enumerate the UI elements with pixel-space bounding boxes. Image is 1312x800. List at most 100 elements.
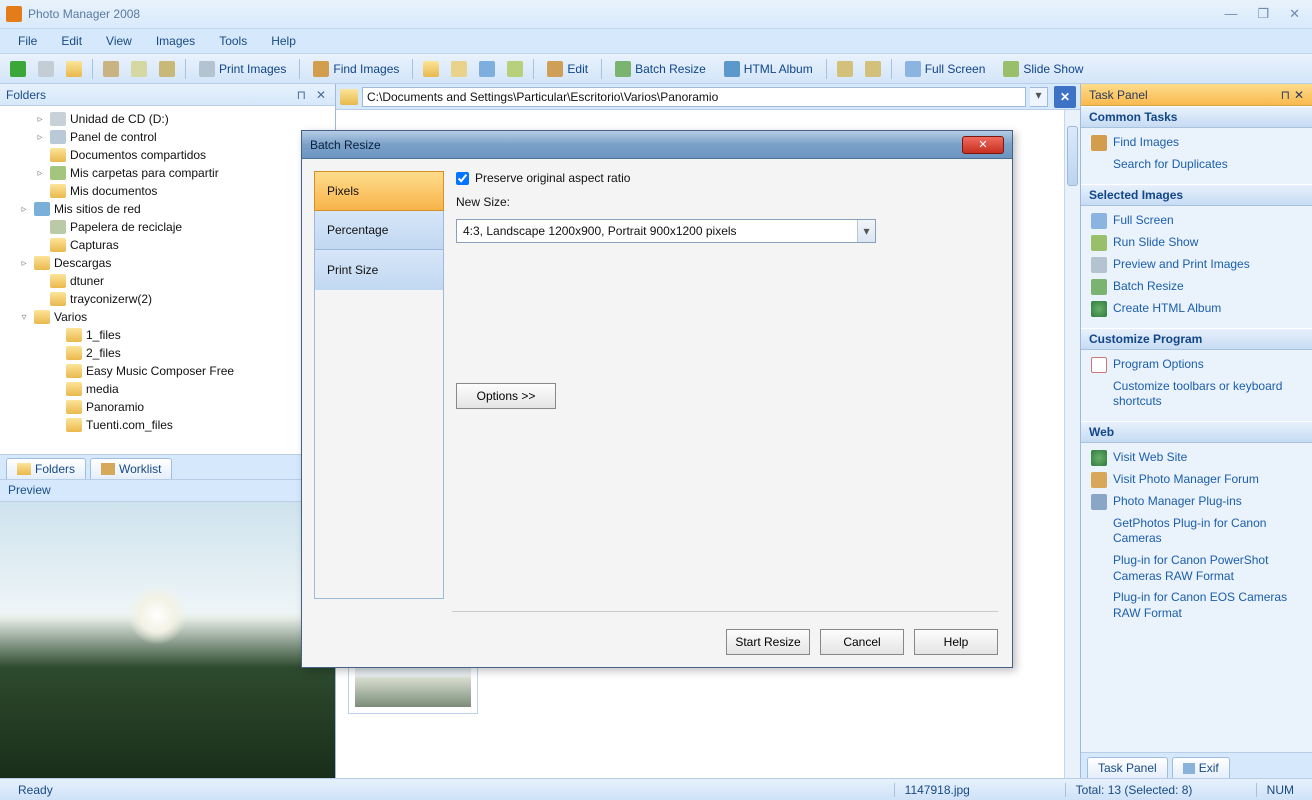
expand-icon[interactable]: ▹ <box>34 132 46 143</box>
link-full-screen[interactable]: Full Screen <box>1085 210 1308 232</box>
pin-icon[interactable]: ⊓ <box>1281 88 1290 102</box>
tree-node[interactable]: trayconizerw(2) <box>2 290 333 308</box>
task-panel-title: Task Panel <box>1089 88 1148 102</box>
tree-node[interactable]: Panoramio <box>2 398 333 416</box>
tree-node[interactable]: ▹Mis carpetas para compartir <box>2 164 333 182</box>
redo-button[interactable] <box>861 57 885 81</box>
link-search-duplicates[interactable]: Search for Duplicates <box>1085 154 1308 176</box>
tree-node[interactable]: ▹Unidad de CD (D:) <box>2 110 333 128</box>
link-canon-getphotos[interactable]: GetPhotos Plug-in for Canon Cameras <box>1085 513 1308 550</box>
close-panel-icon[interactable]: ✕ <box>1294 88 1304 102</box>
link-powershot-raw[interactable]: Plug-in for Canon PowerShot Cameras RAW … <box>1085 550 1308 587</box>
forward-button[interactable] <box>34 57 58 81</box>
newfolder-button[interactable] <box>447 57 471 81</box>
find-button[interactable]: Find Images <box>306 57 406 81</box>
expand-icon[interactable]: ▿ <box>18 312 30 323</box>
expand-icon[interactable]: ▹ <box>34 168 46 179</box>
link-slide-show[interactable]: Run Slide Show <box>1085 232 1308 254</box>
start-resize-button[interactable]: Start Resize <box>726 629 810 655</box>
folder-icon <box>340 89 358 105</box>
scrollbar[interactable] <box>1064 110 1080 778</box>
tab-task-panel[interactable]: Task Panel <box>1087 757 1168 778</box>
pin-icon[interactable]: ⊓ <box>294 88 309 102</box>
link-website[interactable]: Visit Web Site <box>1085 447 1308 469</box>
menu-images[interactable]: Images <box>146 31 205 51</box>
html-button[interactable]: HTML Album <box>717 57 820 81</box>
section-customize: Customize Program <box>1081 328 1312 350</box>
cut-button[interactable] <box>99 57 123 81</box>
batch-button[interactable]: Batch Resize <box>608 57 713 81</box>
path-close-button[interactable]: ✕ <box>1054 86 1076 108</box>
html-label: HTML Album <box>744 62 813 76</box>
link-preview-print[interactable]: Preview and Print Images <box>1085 254 1308 276</box>
tree-node[interactable]: ▿ Varios <box>2 308 333 326</box>
expand-icon[interactable]: ▹ <box>18 204 30 215</box>
folder-icon <box>50 274 66 288</box>
tree-node[interactable]: ▹Descargas <box>2 254 333 272</box>
copy-button[interactable] <box>127 57 151 81</box>
tab-folders[interactable]: Folders <box>6 458 86 479</box>
close-button[interactable]: ✕ <box>1283 4 1306 24</box>
path-dropdown[interactable]: ▾ <box>1030 87 1048 107</box>
print-button[interactable]: Print Images <box>192 57 293 81</box>
menu-help[interactable]: Help <box>261 31 306 51</box>
tab-print-size[interactable]: Print Size <box>315 250 443 290</box>
tab-pixels[interactable]: Pixels <box>314 171 444 211</box>
tab-worklist[interactable]: Worklist <box>90 458 172 479</box>
folder-icon <box>66 346 82 360</box>
link-html-album[interactable]: Create HTML Album <box>1085 298 1308 320</box>
menu-edit[interactable]: Edit <box>51 31 92 51</box>
tree-node[interactable]: ▹Panel de control <box>2 128 333 146</box>
tree-node[interactable]: Capturas <box>2 236 333 254</box>
link-customize-toolbars[interactable]: Customize toolbars or keyboard shortcuts <box>1085 376 1308 413</box>
close-panel-icon[interactable]: ✕ <box>313 88 329 102</box>
options-button[interactable]: Options >> <box>456 383 556 409</box>
tree-node[interactable]: 1_files <box>2 326 333 344</box>
tree-node[interactable]: 2_files <box>2 344 333 362</box>
dialog-close-button[interactable]: ✕ <box>962 136 1004 154</box>
thumbs-button[interactable] <box>475 57 499 81</box>
back-button[interactable] <box>6 57 30 81</box>
tree-node[interactable]: Tuenti.com_files <box>2 416 333 434</box>
tab-exif[interactable]: Exif <box>1172 757 1230 778</box>
expand-icon[interactable]: ▹ <box>18 258 30 269</box>
maximize-button[interactable]: ❐ <box>1251 4 1275 24</box>
paste-button[interactable] <box>155 57 179 81</box>
tree-node[interactable]: Mis documentos <box>2 182 333 200</box>
expand-icon[interactable]: ▹ <box>34 114 46 125</box>
fullscreen-button[interactable]: Full Screen <box>898 57 993 81</box>
folder-tree[interactable]: ▹Unidad de CD (D:)▹Panel de controlDocum… <box>0 106 335 454</box>
preview-image <box>0 502 335 778</box>
help-button[interactable]: Help <box>914 629 998 655</box>
up-button[interactable] <box>62 57 86 81</box>
tree-label: Varios <box>54 310 87 324</box>
link-batch-resize[interactable]: Batch Resize <box>1085 276 1308 298</box>
menu-tools[interactable]: Tools <box>209 31 257 51</box>
preview-pane <box>0 502 335 778</box>
link-plugins[interactable]: Photo Manager Plug-ins <box>1085 491 1308 513</box>
minimize-button[interactable]: — <box>1218 4 1243 24</box>
tree-node[interactable]: dtuner <box>2 272 333 290</box>
undo-button[interactable] <box>833 57 857 81</box>
preserve-aspect-checkbox[interactable] <box>456 172 469 185</box>
tree-node[interactable]: Documentos compartidos <box>2 146 333 164</box>
edit-button[interactable]: Edit <box>540 57 595 81</box>
link-program-options[interactable]: Program Options <box>1085 354 1308 376</box>
menu-file[interactable]: File <box>8 31 47 51</box>
list-button[interactable] <box>503 57 527 81</box>
path-input[interactable] <box>362 87 1026 107</box>
cancel-button[interactable]: Cancel <box>820 629 904 655</box>
tree-node[interactable]: ▹Mis sitios de red <box>2 200 333 218</box>
link-forum[interactable]: Visit Photo Manager Forum <box>1085 469 1308 491</box>
tab-percentage[interactable]: Percentage <box>315 210 443 250</box>
slideshow-button[interactable]: Slide Show <box>996 57 1090 81</box>
link-find-images[interactable]: Find Images <box>1085 132 1308 154</box>
new-size-select[interactable]: 4:3, Landscape 1200x900, Portrait 900x12… <box>456 219 876 243</box>
tree-node[interactable]: Papelera de reciclaje <box>2 218 333 236</box>
tree-node[interactable]: media <box>2 380 333 398</box>
tree-node[interactable]: Easy Music Composer Free <box>2 362 333 380</box>
dialog-titlebar[interactable]: Batch Resize ✕ <box>302 131 1012 159</box>
link-eos-raw[interactable]: Plug-in for Canon EOS Cameras RAW Format <box>1085 587 1308 624</box>
folder-button[interactable] <box>419 57 443 81</box>
menu-view[interactable]: View <box>96 31 142 51</box>
